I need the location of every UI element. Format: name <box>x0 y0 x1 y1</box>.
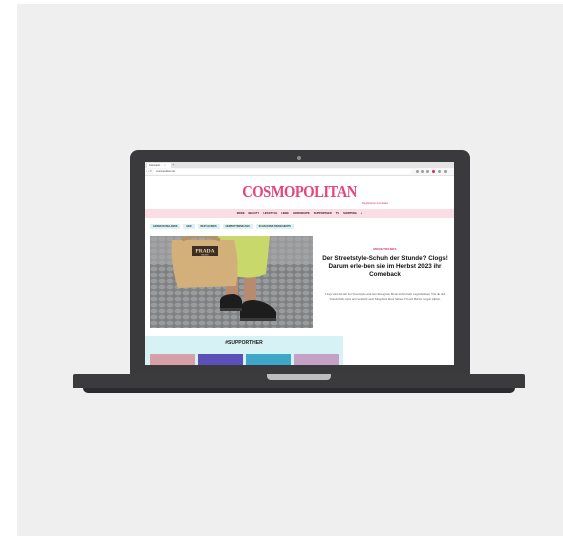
extension-icon[interactable] <box>416 170 419 173</box>
article-teaser: Clogs sind derzeit der Streetstyle-und l… <box>324 292 446 301</box>
supporther-thumbnail[interactable] <box>246 354 291 365</box>
nav-item[interactable]: TV <box>336 212 339 215</box>
nav-item[interactable]: BEAUTY <box>249 212 260 215</box>
laptop-base-edge <box>83 388 515 393</box>
topic-chips: GRAND RUSHLANDS HED BEFT-GUIDES HERBSTTREND… <box>150 224 294 229</box>
browser-address-bar: ‹ › ↻ cosmopolitan.de <box>145 168 454 176</box>
notification-icon[interactable] <box>432 170 435 173</box>
extension-icon[interactable] <box>426 170 429 173</box>
nav-item[interactable]: LIEBE <box>281 212 289 215</box>
article-headline[interactable]: Der Streetstyle-Schuh der Stunde? Clogs!… <box>320 255 450 279</box>
site-logo[interactable]: COSMOPOLITAN <box>167 182 433 202</box>
nav-item[interactable]: SHOPPING <box>343 212 357 215</box>
navigation-arrows-icon[interactable]: ‹ › ↻ <box>146 168 152 175</box>
url-field[interactable]: cosmopolitan.de <box>153 169 411 174</box>
nav-item[interactable]: HOROSKOPE <box>293 212 310 215</box>
nav-item[interactable]: LIFESTYLE <box>263 212 277 215</box>
supporther-thumbnail[interactable] <box>294 354 339 365</box>
topic-chip[interactable]: HED <box>183 224 195 229</box>
menu-icon[interactable] <box>444 170 447 173</box>
supporther-thumbnail[interactable] <box>198 354 243 365</box>
main-navigation: MODE BEAUTY LIFESTYLE LIEBE HOROSKOPE SUPPORT… <box>145 209 454 218</box>
laptop-screen: Cosmopol... × + ‹ › ↻ cosmopolitan.de CO… <box>145 162 454 365</box>
search-icon[interactable]: ⌕ <box>361 212 362 215</box>
topic-chip[interactable]: BEFT-GUIDES <box>197 224 220 229</box>
webcam <box>297 156 301 160</box>
login-links[interactable]: Registrieren Anmelden <box>362 202 388 205</box>
bag-subtitle: MILANO <box>201 254 209 257</box>
hero-image[interactable]: PRADA MILANO <box>150 236 313 328</box>
topic-chip[interactable]: HERBSTTREND 2023 <box>222 224 253 229</box>
nav-item[interactable]: SUPPORTHER <box>314 212 332 215</box>
supporther-thumbnail[interactable] <box>150 354 195 365</box>
supporther-title: #SUPPORTHER <box>225 340 263 346</box>
supporther-section: #SUPPORTHER <box>145 336 343 365</box>
extension-icon[interactable] <box>421 170 424 173</box>
nav-item[interactable]: MODE <box>237 212 245 215</box>
browser-tab-title: Cosmopol... <box>149 164 162 167</box>
extension-icon[interactable] <box>438 170 441 173</box>
article-kicker[interactable]: MODETRENDS <box>320 247 450 251</box>
topic-chip[interactable]: GRAND RUSHLANDS <box>150 224 181 229</box>
topic-chip[interactable]: SCHAUFENS BRANCHERTS <box>255 224 294 229</box>
laptop-trackpad-notch <box>267 374 331 380</box>
